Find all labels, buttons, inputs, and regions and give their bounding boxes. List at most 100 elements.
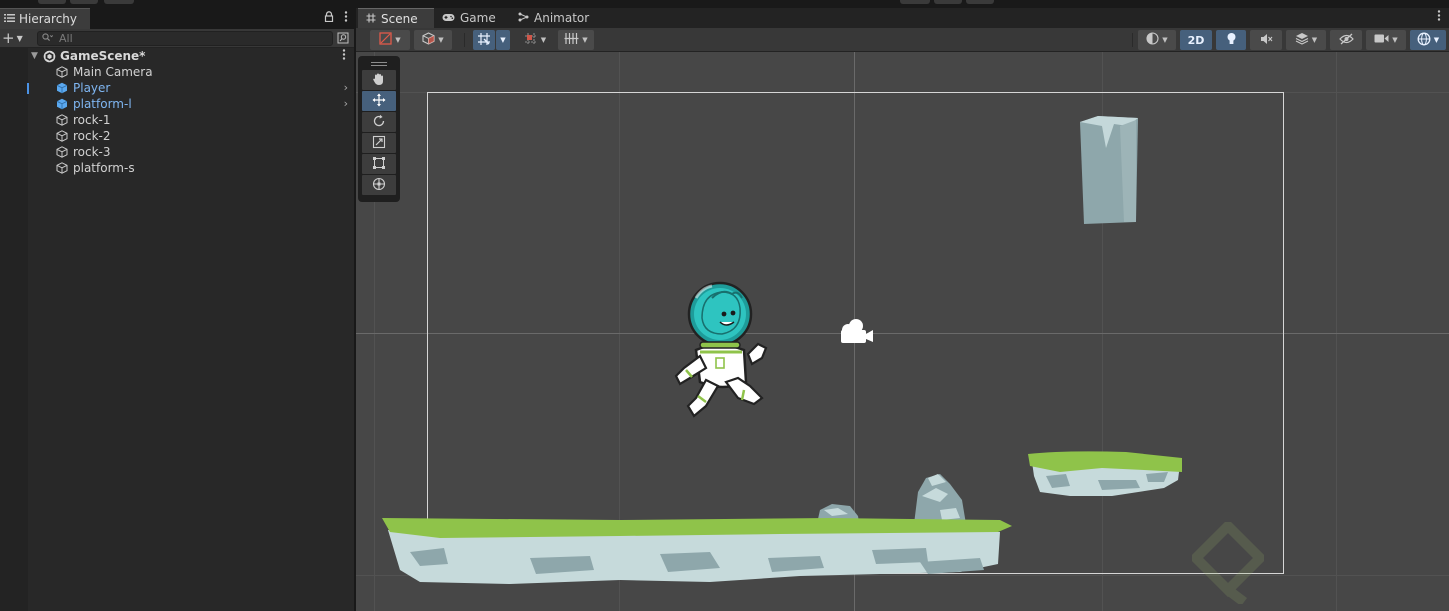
- lock-icon[interactable]: [324, 11, 334, 25]
- hierarchy-item-player[interactable]: Player ›: [0, 80, 354, 96]
- transform-gizmo-icon: [372, 177, 386, 194]
- editor-top-strip: [0, 0, 1449, 8]
- player-astronaut-sprite[interactable]: [666, 278, 770, 418]
- mode-2d-toggle[interactable]: 2D: [1180, 30, 1212, 50]
- create-button[interactable]: + ▼: [2, 29, 28, 47]
- transform-tool-button[interactable]: [362, 175, 396, 195]
- scene-toolbar: ▼ ▼ ▼ ▼ ▼ ▼ 2D ▼ ▼ ▼: [356, 28, 1449, 52]
- effects-dropdown[interactable]: ▼: [1286, 30, 1326, 50]
- layers-effects-icon: [1295, 32, 1309, 48]
- hierarchy-toolbar: + ▼ All: [0, 29, 354, 48]
- chevron-right-icon[interactable]: ›: [344, 81, 348, 94]
- prefab-cube-icon: [56, 98, 68, 110]
- draw-mode-dropdown[interactable]: ▼: [370, 30, 410, 50]
- scene-panel: Scene Game Animator ▼ ▼ ▼ ▼ ▼ ▼ 2D ▼ ▼ ▼: [356, 8, 1449, 611]
- hierarchy-tree: ▼ GameScene* Main Camera Player › platfo…: [0, 48, 354, 176]
- caret-down-icon: ▼: [540, 36, 547, 44]
- hand-icon: [372, 72, 386, 89]
- gameobject-cube-icon: [56, 66, 68, 78]
- plus-icon: +: [2, 29, 15, 47]
- scene-menu-icon[interactable]: [342, 49, 346, 63]
- grid-snap-icon: [477, 32, 491, 49]
- hierarchy-panel: Hierarchy + ▼ All ▼ GameScene* Main Came…: [0, 8, 354, 611]
- lighting-toggle[interactable]: [1216, 30, 1246, 50]
- audio-mute-icon: [1260, 33, 1273, 48]
- list-item-label: platform-l: [73, 97, 132, 111]
- foldout-open-icon: ▼: [31, 51, 38, 61]
- hierarchy-item-rock-3[interactable]: rock-3: [0, 144, 354, 160]
- hierarchy-item-main-camera[interactable]: Main Camera: [0, 64, 354, 80]
- rect-tool-button[interactable]: [362, 154, 396, 174]
- hierarchy-item-rock-1[interactable]: rock-1: [0, 112, 354, 128]
- rect-transform-icon: [372, 156, 386, 173]
- hash-grid-icon: [366, 12, 376, 26]
- hand-tool-button[interactable]: [362, 70, 396, 90]
- shaded-sphere-icon: [1146, 32, 1159, 48]
- platform-l-sprite[interactable]: [380, 516, 1016, 586]
- grid-snapping-toggle[interactable]: [473, 30, 495, 50]
- panel-menu-icon[interactable]: [344, 11, 348, 25]
- gameobject-cube-icon: [56, 114, 68, 126]
- grid-icon: [564, 32, 579, 48]
- mode-2d-label: 2D: [1187, 33, 1205, 47]
- panel-menu-icon[interactable]: [1437, 10, 1441, 24]
- render-mode-dropdown[interactable]: ▼: [414, 30, 452, 50]
- chevron-right-icon[interactable]: ›: [344, 97, 348, 110]
- caret-down-icon: ▼: [1311, 36, 1318, 44]
- tab-game[interactable]: Game: [434, 8, 504, 28]
- unity-scene-icon: [43, 50, 56, 63]
- scale-tool-button[interactable]: [362, 133, 396, 153]
- hierarchy-search[interactable]: All: [37, 31, 333, 46]
- video-camera-icon: [1374, 33, 1389, 47]
- camera-settings-dropdown[interactable]: ▼: [1366, 30, 1406, 50]
- list-item-label: platform-s: [73, 161, 135, 175]
- shading-mode-dropdown[interactable]: ▼: [1138, 30, 1176, 50]
- scale-icon: [372, 135, 386, 152]
- hierarchy-item-rock-2[interactable]: rock-2: [0, 128, 354, 144]
- increment-snap-dropdown[interactable]: ▼: [518, 30, 552, 50]
- scene-row[interactable]: ▼ GameScene*: [0, 48, 354, 64]
- hierarchy-item-platform-l[interactable]: platform-l ›: [0, 96, 354, 112]
- grid-visibility-dropdown[interactable]: ▼: [558, 30, 594, 50]
- draw-mode-icon: [379, 32, 392, 48]
- grid-snapping-dropdown[interactable]: ▼: [496, 30, 510, 50]
- list-item-label: rock-3: [73, 145, 111, 159]
- caret-down-icon: ▼: [1433, 36, 1440, 44]
- caret-down-icon: ▼: [16, 33, 23, 43]
- rotate-tool-button[interactable]: [362, 112, 396, 132]
- gizmos-globe-icon: [1417, 32, 1431, 49]
- caret-down-icon: ▼: [438, 36, 444, 44]
- scene-visibility-toggle[interactable]: [1330, 30, 1362, 50]
- list-item-label: Player: [73, 81, 111, 95]
- animator-icon: [518, 11, 529, 25]
- list-item-label: Main Camera: [73, 65, 153, 79]
- tab-animator-label: Animator: [534, 11, 590, 25]
- overlay-grip-icon[interactable]: [362, 59, 396, 69]
- platform-s-sprite[interactable]: [1026, 450, 1184, 500]
- gamepad-icon: [442, 11, 455, 25]
- main-camera-gizmo-icon[interactable]: [835, 318, 877, 348]
- rotate-icon: [372, 114, 386, 131]
- move-tool-button[interactable]: [362, 91, 396, 111]
- scene-tools-overlay: [358, 56, 400, 202]
- hierarchy-item-platform-s[interactable]: platform-s: [0, 160, 354, 176]
- search-input-placeholder: All: [59, 32, 73, 45]
- audio-toggle[interactable]: [1250, 30, 1282, 50]
- list-item-label: rock-2: [73, 129, 111, 143]
- scene-viewport[interactable]: [356, 52, 1449, 611]
- tab-scene[interactable]: Scene: [358, 8, 434, 28]
- gameobject-cube-icon: [56, 130, 68, 142]
- caret-down-icon: ▼: [1162, 36, 1168, 44]
- gizmos-dropdown[interactable]: ▼: [1410, 30, 1446, 50]
- list-item-label: rock-1: [73, 113, 111, 127]
- search-by-type-icon[interactable]: [336, 31, 350, 45]
- tab-scene-label: Scene: [381, 11, 418, 26]
- rock-pillar-sprite[interactable]: [1076, 114, 1140, 226]
- hierarchy-tab[interactable]: Hierarchy: [0, 8, 90, 29]
- increment-snap-icon: [524, 32, 538, 49]
- hierarchy-tab-label: Hierarchy: [19, 12, 78, 26]
- tab-animator[interactable]: Animator: [510, 8, 596, 28]
- eye-hidden-icon: [1338, 33, 1354, 48]
- caret-down-icon: ▼: [1392, 36, 1398, 44]
- watermark-logo-icon: [1192, 522, 1264, 604]
